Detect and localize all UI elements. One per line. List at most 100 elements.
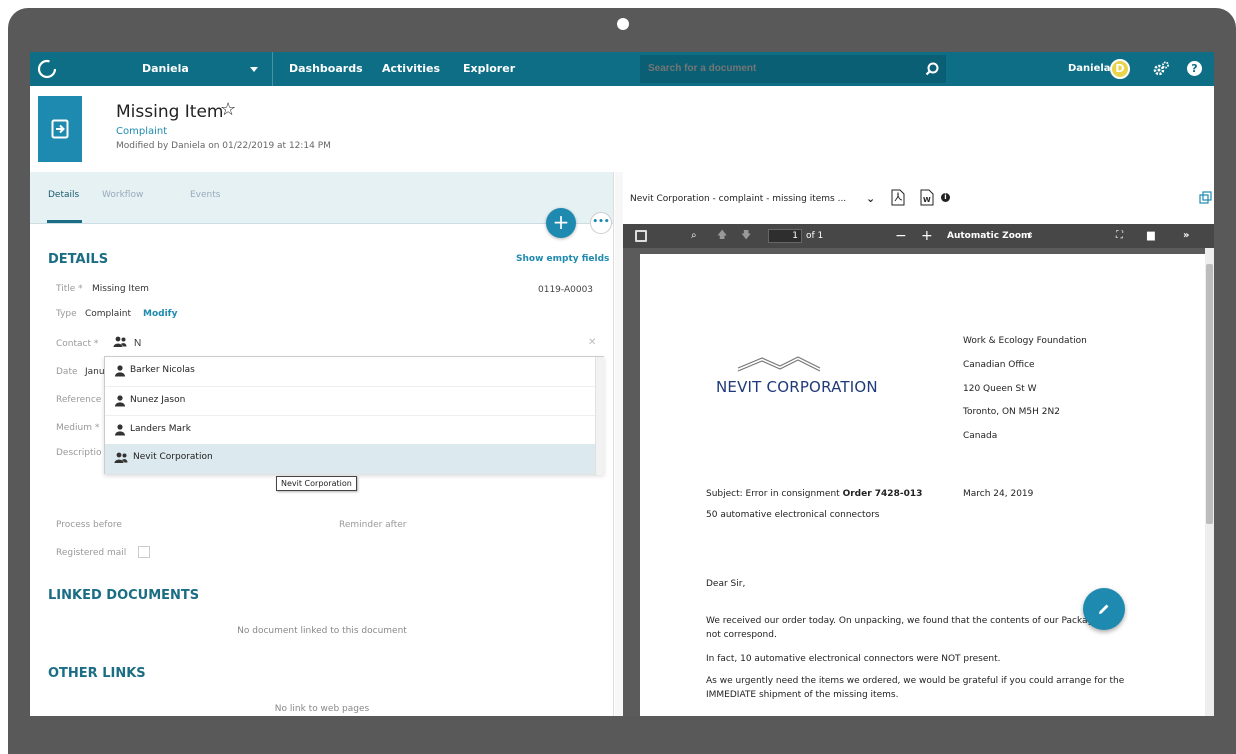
- suggestion-item[interactable]: Nunez Jason: [105, 386, 595, 414]
- page-number-input[interactable]: 1: [768, 229, 802, 243]
- person-icon: [115, 395, 125, 407]
- letter-items: 50 automative electronical connectors: [706, 510, 880, 520]
- contact-label: Contact *: [56, 339, 99, 349]
- date-field[interactable]: Janu: [85, 367, 105, 377]
- letter-paragraph: We received our order today. On unpackin…: [706, 616, 1116, 626]
- document-type-link[interactable]: Complaint: [116, 126, 167, 137]
- chevron-down-icon[interactable]: [250, 67, 258, 72]
- letter-paragraph: As we urgently need the items we ordered…: [706, 676, 1125, 686]
- pdf-icon[interactable]: [891, 189, 905, 206]
- tab-bar: Details Workflow Events: [30, 172, 613, 224]
- zoom-select[interactable]: Automatic Zoom ⇕: [939, 228, 1039, 244]
- reference-label: Reference: [56, 395, 102, 405]
- address-line: Canada: [963, 431, 998, 441]
- tab-workflow[interactable]: Workflow: [102, 190, 143, 200]
- details-pane: Details Workflow Events + ••• DETAILS Sh…: [30, 172, 614, 716]
- modified-info: Modified by Daniela on 01/22/2019 at 12:…: [116, 141, 331, 151]
- pencil-icon: [1099, 604, 1109, 614]
- suggestion-item[interactable]: Landers Mark: [105, 415, 595, 443]
- nav-dashboards[interactable]: Dashboards: [289, 52, 363, 86]
- nav-user-menu[interactable]: Daniela: [142, 52, 189, 86]
- more-options-button[interactable]: •••: [590, 212, 612, 234]
- suggestion-label: Nevit Corporation: [133, 452, 213, 462]
- search-box: [640, 55, 946, 83]
- gear-icon[interactable]: [1152, 60, 1170, 78]
- type-value: Complaint: [85, 309, 132, 319]
- order-number: Order 7428-013: [842, 489, 923, 499]
- letter-date: March 24, 2019: [963, 489, 1034, 499]
- linked-documents-title: LINKED DOCUMENTS: [48, 588, 200, 603]
- more-tools-icon[interactable]: »: [1183, 224, 1189, 248]
- camera-dot: [617, 18, 629, 30]
- user-name[interactable]: Daniela: [1068, 52, 1111, 86]
- address-line: 120 Queen St W: [963, 384, 1037, 394]
- contact-input[interactable]: [134, 332, 594, 354]
- edit-button[interactable]: [1083, 588, 1125, 630]
- suggestion-label: Barker Nicolas: [130, 365, 195, 375]
- suggestion-label: Landers Mark: [130, 424, 191, 434]
- description-label: Descriptio: [56, 448, 102, 458]
- active-tab-indicator: [47, 220, 82, 223]
- left-pane-scrollbar[interactable]: [615, 172, 623, 716]
- star-icon[interactable]: ☆: [220, 99, 236, 120]
- letter-paragraph: In fact, 10 automative electronical conn…: [706, 654, 1001, 664]
- tooltip: Nevit Corporation: [276, 476, 357, 491]
- open-external-icon[interactable]: [1199, 191, 1212, 204]
- zoom-out-icon[interactable]: −: [895, 224, 907, 248]
- letter-subject: Subject: Error in consignment Order 7428…: [706, 489, 922, 499]
- suggestion-item[interactable]: Barker Nicolas: [105, 357, 595, 385]
- tab-details[interactable]: Details: [48, 190, 79, 200]
- nav-divider: [272, 52, 273, 86]
- reminder-after-label: Reminder after: [339, 520, 407, 530]
- document-select[interactable]: Nevit Corporation - complaint - missing …: [630, 194, 846, 204]
- suggestion-item-highlighted[interactable]: Nevit Corporation: [105, 444, 595, 474]
- page-title: Missing Item: [116, 102, 224, 122]
- zoom-select-value: Automatic Zoom: [947, 231, 1031, 241]
- address-line: Toronto, ON M5H 2N2: [963, 407, 1060, 417]
- person-icon: [115, 365, 125, 377]
- app-screen: Daniela Dashboards Activities Explorer D…: [30, 52, 1214, 716]
- clear-icon[interactable]: ✕: [588, 337, 596, 348]
- show-empty-fields-link[interactable]: Show empty fields: [516, 254, 609, 264]
- info-icon[interactable]: i: [941, 193, 950, 202]
- help-icon[interactable]: ?: [1187, 61, 1202, 76]
- modify-type-link[interactable]: Modify: [143, 309, 177, 319]
- sidebar-toggle-icon[interactable]: [635, 230, 647, 242]
- fullscreen-icon[interactable]: ⛶: [1116, 224, 1123, 248]
- dropdown-scrollbar[interactable]: [595, 357, 604, 475]
- address-line: Canadian Office: [963, 360, 1035, 370]
- zoom-in-icon[interactable]: +: [921, 224, 933, 248]
- word-icon[interactable]: W: [920, 189, 934, 206]
- app-logo[interactable]: [36, 58, 58, 80]
- add-button[interactable]: +: [546, 208, 576, 238]
- tab-events[interactable]: Events: [190, 190, 220, 200]
- pdf-scrollbar[interactable]: [1205, 248, 1214, 716]
- person-icon: [115, 424, 125, 436]
- document-number: 0119-A0003: [538, 285, 594, 295]
- avatar[interactable]: D: [1110, 59, 1130, 79]
- document-header: Missing Item ☆ Complaint Modified by Dan…: [30, 86, 1214, 172]
- search-icon[interactable]: ⌕: [691, 224, 697, 248]
- arrow-up-icon[interactable]: 🡅: [717, 224, 727, 248]
- title-field[interactable]: Missing Item: [92, 284, 149, 294]
- process-before-label: Process before: [56, 520, 122, 530]
- viewer-header: Nevit Corporation - complaint - missing …: [623, 172, 1214, 224]
- medium-label: Medium *: [56, 423, 100, 433]
- pdf-page: NEVIT CORPORATION Work & Ecology Foundat…: [640, 254, 1205, 716]
- contact-suggestions-dropdown: Barker Nicolas Nunez Jason Landers Mark …: [104, 356, 604, 475]
- search-icon[interactable]: [924, 61, 940, 77]
- top-nav-bar: Daniela Dashboards Activities Explorer D…: [30, 52, 1214, 86]
- page-count: of 1: [806, 231, 824, 241]
- pdf-scroll-thumb[interactable]: [1206, 264, 1213, 524]
- registered-mail-checkbox[interactable]: [138, 546, 150, 558]
- arrow-down-icon[interactable]: 🡇: [741, 224, 751, 248]
- nav-activities[interactable]: Activities: [382, 52, 440, 86]
- search-input[interactable]: [648, 55, 908, 83]
- letter-paragraph: not correspond.: [706, 630, 777, 640]
- registered-mail-label: Registered mail: [56, 548, 127, 558]
- company-name: NEVIT CORPORATION: [716, 378, 878, 396]
- nav-explorer[interactable]: Explorer: [463, 52, 515, 86]
- type-label: Type: [56, 309, 77, 319]
- download-icon[interactable]: ▆: [1147, 224, 1155, 248]
- chevron-down-icon[interactable]: ⌄: [866, 192, 875, 205]
